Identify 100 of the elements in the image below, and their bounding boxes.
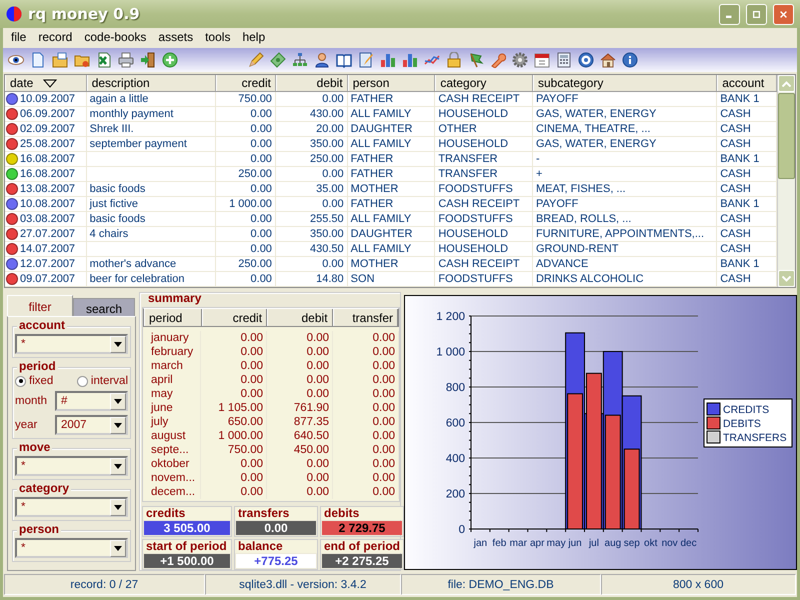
dropdown-field[interactable]: 2007	[55, 415, 128, 436]
radio-label: interval	[90, 375, 128, 388]
table-cell: beer for celebration	[86, 272, 216, 286]
table-cell: 09.07.2007	[20, 273, 76, 286]
dropdown-field[interactable]: *	[15, 456, 128, 476]
total-label: balance	[235, 540, 317, 554]
table-cell: 4 chairs	[86, 227, 216, 242]
table-cell: 20.00	[276, 122, 348, 136]
plus-circle-icon[interactable]	[162, 52, 178, 68]
padlock-icon[interactable]	[446, 52, 462, 68]
table-cell: -	[532, 152, 718, 166]
menu-item[interactable]: tools	[199, 30, 236, 44]
column-header[interactable]: debit	[267, 309, 333, 326]
y-tick-label: 200	[446, 488, 465, 501]
table-cell: 0.00	[333, 429, 399, 444]
status-text: sqlite3.dll - version: 3.4.2	[204, 574, 401, 595]
minimize-button[interactable]	[719, 4, 740, 25]
info-icon[interactable]	[622, 52, 638, 68]
wrench-icon[interactable]	[490, 52, 506, 68]
menu-item[interactable]: file	[5, 30, 32, 44]
hierarchy-icon[interactable]	[292, 52, 308, 68]
table-cell: just fictive	[86, 197, 216, 212]
book-icon[interactable]	[336, 52, 352, 68]
close-button[interactable]	[773, 4, 794, 25]
table-cell: novem...	[143, 471, 201, 486]
radio-button[interactable]	[76, 376, 88, 387]
dropdown-field[interactable]: *	[15, 538, 128, 558]
menu-item[interactable]: record	[32, 30, 78, 44]
table-cell: DAUGHTER	[348, 122, 436, 136]
caret-down-icon	[114, 398, 122, 404]
table-cell: BREAD, ROLLS, ...	[532, 212, 718, 226]
bar-chart-icon[interactable]	[402, 52, 418, 68]
table-cell: 750.00	[201, 443, 267, 458]
table-cell: 12.07.2007	[20, 258, 76, 270]
calendar-icon[interactable]	[534, 52, 550, 68]
dropdown-field[interactable]: #	[55, 391, 128, 412]
table-cell: HOUSEHOLD	[435, 137, 533, 152]
status-text: file: DEMO_ENG.DB	[401, 574, 600, 595]
table-cell: 0.00	[333, 415, 399, 430]
table-cell: august	[143, 429, 201, 444]
table-cell: 0.00	[267, 359, 333, 374]
column-header[interactable]: subcategory	[532, 75, 718, 92]
window-title: rq money 0.9	[28, 5, 141, 24]
document-icon[interactable]	[30, 52, 46, 68]
dropdown-field[interactable]: *	[15, 334, 128, 354]
flag-icon[interactable]	[468, 52, 484, 68]
gear-icon[interactable]	[512, 52, 528, 68]
column-header[interactable]: description	[86, 75, 216, 92]
table-cell: 0.00	[216, 122, 276, 136]
column-header[interactable]: period	[144, 309, 202, 326]
pencil-icon[interactable]	[248, 52, 264, 68]
spreadsheet-icon[interactable]	[96, 52, 112, 68]
table-cell: 0.00	[267, 373, 333, 388]
caret-up-icon	[782, 80, 791, 87]
x-tick-label: jul	[588, 538, 599, 550]
calculator-icon[interactable]	[556, 52, 572, 68]
table-cell: FATHER	[348, 152, 436, 166]
column-header[interactable]: category	[435, 75, 533, 92]
scroll-down-button[interactable]	[778, 270, 795, 288]
table-cell: FOODSTUFFS	[435, 212, 533, 226]
scrollbar-thumb[interactable]	[778, 93, 795, 180]
total-value: 2 729.75	[322, 521, 402, 536]
menu-item[interactable]: code-books	[78, 30, 152, 44]
column-header[interactable]: date	[5, 75, 87, 92]
menu-item[interactable]: help	[236, 30, 272, 44]
table-cell: mother's advance	[86, 257, 216, 272]
maximize-button[interactable]	[746, 4, 767, 25]
y-tick-label: 400	[446, 453, 465, 466]
table-cell: 1 000.00	[201, 429, 267, 444]
table-cell: 06.09.2007	[20, 108, 76, 120]
folder-icon[interactable]	[52, 52, 68, 68]
column-header[interactable]: transfer	[332, 309, 398, 326]
banknote-icon[interactable]	[270, 52, 286, 68]
person-icon[interactable]	[314, 52, 330, 68]
column-header[interactable]: debit	[276, 75, 348, 92]
table-cell: 0.00	[216, 107, 276, 122]
radio-button[interactable]	[15, 376, 26, 387]
dropdown-field[interactable]: *	[15, 497, 128, 518]
table-cell: septe...	[143, 443, 201, 458]
table-cell: CASH RECEIPT	[435, 257, 533, 272]
column-header[interactable]: person	[348, 75, 436, 92]
bar-chart-icon[interactable]	[380, 52, 396, 68]
column-header[interactable]: credit	[202, 309, 268, 326]
menu-item[interactable]: assets	[152, 30, 200, 44]
notepad-icon[interactable]	[358, 52, 374, 68]
table-cell: 0.00	[216, 152, 276, 166]
caret-down-icon	[114, 342, 122, 347]
x-tick-label: dec	[680, 538, 697, 550]
home-icon[interactable]	[600, 52, 616, 68]
x-tick-label: mar	[510, 538, 527, 550]
table-cell: 0.00	[333, 331, 399, 346]
tab[interactable]: filter	[7, 295, 73, 316]
column-header[interactable]: credit	[216, 75, 276, 92]
printer-icon[interactable]	[118, 52, 134, 68]
group-label: category	[17, 482, 72, 496]
tab[interactable]: search	[73, 298, 135, 316]
help-icon[interactable]	[578, 52, 594, 68]
table-cell: 0.00	[333, 387, 399, 402]
exit-door-icon[interactable]	[140, 52, 156, 68]
legend-label: CREDITS	[723, 404, 770, 416]
